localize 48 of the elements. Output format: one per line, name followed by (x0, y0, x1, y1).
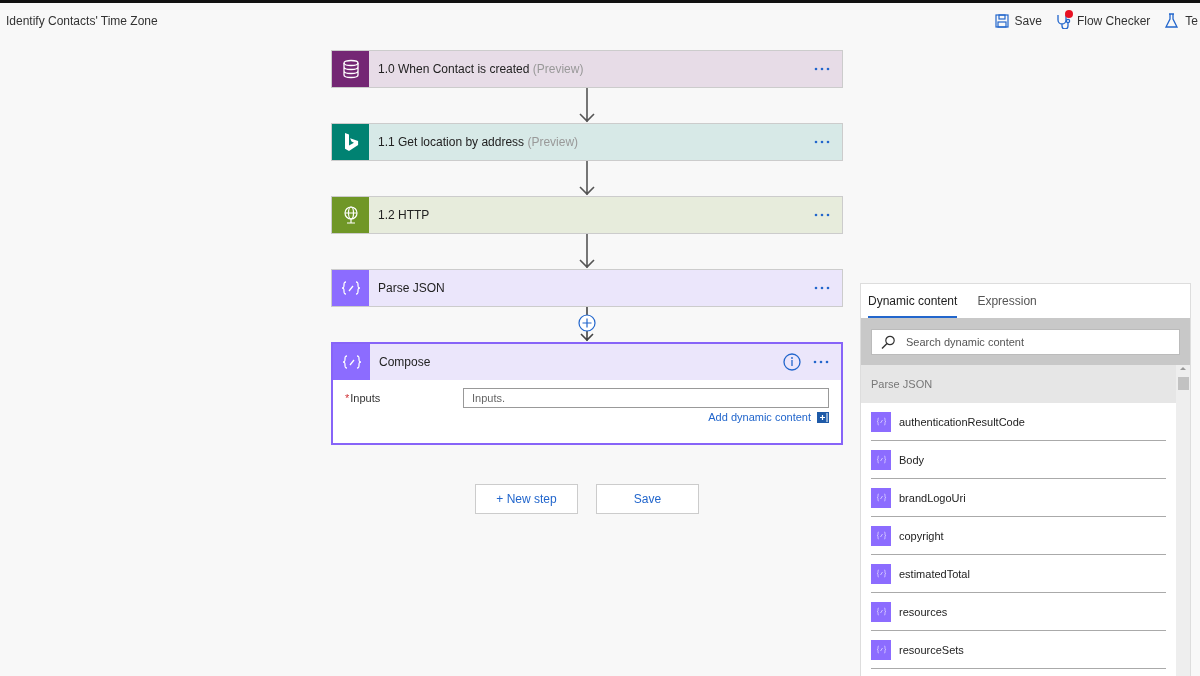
database-icon (340, 59, 361, 79)
ellipsis-icon (814, 286, 830, 290)
search-icon (881, 335, 895, 349)
section-header: Parse JSON (861, 365, 1176, 403)
flow-checker-button[interactable]: Flow Checker (1055, 12, 1151, 29)
connector-arrow (578, 161, 596, 196)
step-card[interactable]: Parse JSON (331, 269, 843, 307)
save-icon (994, 13, 1009, 28)
info-icon[interactable] (783, 353, 801, 371)
search-field[interactable]: Search dynamic content (871, 329, 1180, 355)
braces-icon (340, 354, 363, 370)
step-title: 1.0 When Contact is created (Preview) (378, 62, 585, 76)
braces-icon (875, 569, 887, 578)
add-content-icon[interactable] (817, 411, 829, 423)
scrollbar-thumb[interactable] (1177, 377, 1189, 390)
step-title: 1.1 Get location by address (Preview) (378, 135, 580, 149)
inputs-field[interactable]: Inputs. (463, 388, 829, 408)
stethoscope-icon (1055, 12, 1071, 29)
ellipsis-icon (814, 67, 830, 71)
braces-icon (875, 455, 887, 464)
save-flow-button[interactable]: Save (596, 484, 699, 514)
braces-icon (875, 531, 887, 540)
add-dynamic-content-link[interactable]: Add dynamic content (708, 411, 811, 423)
ellipsis-icon (814, 140, 830, 144)
flask-icon (1164, 13, 1180, 28)
braces-icon (875, 607, 887, 616)
step-card[interactable]: Compose *Inputs Inputs. Add dynamic content (331, 342, 843, 445)
braces-icon (875, 645, 887, 654)
braces-icon (875, 493, 887, 502)
step-title: Compose (379, 355, 432, 369)
connector-arrow (578, 234, 596, 269)
ellipsis-icon (814, 213, 830, 217)
new-step-button[interactable]: + New step (475, 484, 578, 514)
step-card[interactable]: 1.0 When Contact is created (Preview) (331, 50, 843, 88)
step-card[interactable]: 1.1 Get location by address (Preview) (331, 123, 843, 161)
save-button[interactable]: Save (994, 13, 1042, 28)
step-title: Parse JSON (378, 281, 446, 295)
panel-tab[interactable]: Expression (977, 286, 1037, 318)
add-step-icon[interactable] (578, 314, 596, 332)
step-title: 1.2 HTTP (378, 208, 431, 222)
field-label: *Inputs (345, 392, 382, 404)
step-card[interactable]: 1.2 HTTP (331, 196, 843, 234)
flow-title: Identify Contacts' Time Zone (6, 13, 158, 28)
braces-icon (339, 280, 362, 296)
connector-arrow (578, 88, 596, 123)
ellipsis-icon (813, 360, 829, 364)
braces-icon (875, 417, 887, 426)
test-button[interactable]: Te (1164, 13, 1198, 28)
